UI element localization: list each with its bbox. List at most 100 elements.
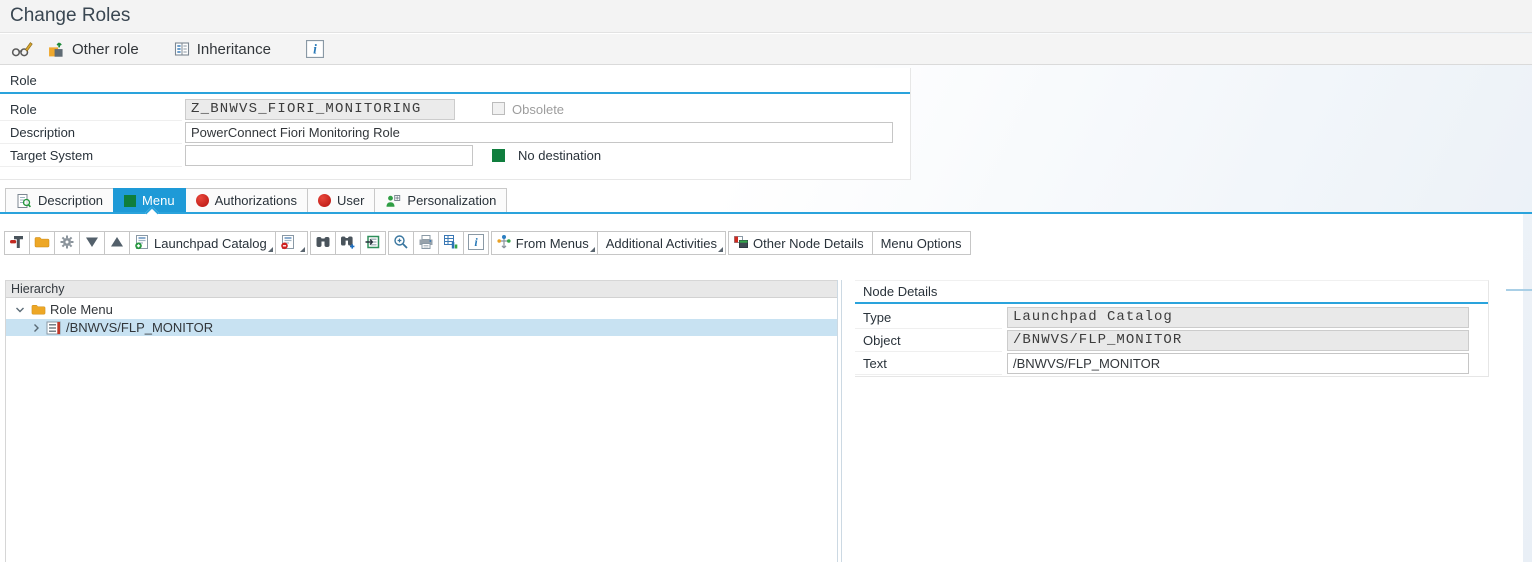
tab-description[interactable]: Description	[5, 188, 114, 213]
menu-options-label: Menu Options	[881, 236, 962, 251]
node-text-label: Text	[855, 353, 1002, 375]
zoom-in-icon	[393, 234, 409, 253]
tab-authorizations-label: Authorizations	[215, 193, 297, 208]
gear-icon	[59, 234, 75, 253]
inheritance-label: Inheritance	[197, 41, 271, 58]
move-up-icon	[110, 236, 124, 251]
tree-node-role-menu-label: Role Menu	[50, 302, 113, 317]
menu-tree-toolbar: Launchpad Catalog i From Me	[5, 231, 971, 255]
tab-strip: Description Menu Authorizations User Per…	[5, 188, 507, 213]
application-toolbar: Other role Inheritance i	[0, 34, 1532, 65]
red-circle-status-icon	[318, 194, 331, 207]
from-menus-button[interactable]: From Menus	[491, 231, 598, 255]
insert-report-button[interactable]	[54, 231, 80, 255]
catalog-icon	[46, 320, 62, 336]
info-button[interactable]: i	[302, 36, 328, 62]
display-change-button[interactable]	[7, 36, 37, 62]
red-circle-status-icon	[196, 194, 209, 207]
obsolete-checkbox	[492, 102, 505, 115]
target-system-field-label: Target System	[0, 145, 182, 167]
other-node-details-icon	[733, 234, 749, 253]
inheritance-icon	[174, 41, 190, 57]
chevron-right-icon[interactable]	[30, 322, 42, 334]
green-square-status-icon	[124, 195, 136, 207]
info-icon: i	[306, 40, 324, 58]
table-view-button[interactable]	[438, 231, 464, 255]
insert-launchpad-catalog-button[interactable]: Launchpad Catalog	[129, 231, 276, 255]
from-menus-label: From Menus	[516, 236, 589, 251]
tab-authorizations[interactable]: Authorizations	[185, 188, 308, 213]
inheritance-button[interactable]: Inheritance	[170, 36, 275, 62]
insert-launchpad-catalog-label: Launchpad Catalog	[154, 236, 267, 251]
node-object-field[interactable]: /BNWVS/FLP_MONITOR	[1007, 330, 1469, 351]
from-menus-icon	[496, 234, 512, 253]
jump-to-node-button[interactable]	[360, 231, 386, 255]
page-title: Change Roles	[10, 5, 130, 27]
collapsed-right-panel-edge	[1506, 289, 1532, 293]
tab-personalization[interactable]: Personalization	[374, 188, 507, 213]
svg-text:i: i	[313, 42, 317, 57]
document-search-icon	[16, 193, 32, 209]
menu-tab-content: Launchpad Catalog i From Me	[0, 214, 1523, 562]
node-object-label: Object	[855, 330, 1002, 352]
insert-transaction-button[interactable]	[4, 231, 30, 255]
menu-options-button[interactable]: Menu Options	[872, 231, 971, 255]
other-role-button[interactable]: Other role	[43, 36, 143, 62]
additional-activities-label: Additional Activities	[606, 236, 717, 251]
find-next-icon	[340, 234, 356, 253]
create-folder-button[interactable]	[29, 231, 55, 255]
person-grid-icon	[385, 193, 401, 209]
role-header-panel: Role Role Z_BNWVS_FIORI_MONITORING Obsol…	[0, 68, 911, 180]
role-group-title: Role	[10, 73, 37, 88]
zoom-in-button[interactable]	[388, 231, 414, 255]
legend-info-button[interactable]: i	[463, 231, 489, 255]
tab-menu-label: Menu	[142, 193, 175, 208]
node-details-underline	[855, 302, 1488, 304]
target-system-row: Target System No destination	[0, 145, 910, 167]
node-text-input[interactable]	[1007, 353, 1469, 374]
node-object-row: Object /BNWVS/FLP_MONITOR	[855, 330, 1488, 352]
node-text-row: Text	[855, 353, 1488, 375]
info-icon: i	[468, 234, 484, 253]
delete-node-button[interactable]	[275, 231, 308, 255]
sap-change-roles-window: { "window": { "title": "Change Roles" },…	[0, 0, 1532, 562]
other-node-details-button[interactable]: Other Node Details	[728, 231, 873, 255]
description-row: Description	[0, 122, 910, 144]
destination-status-square	[492, 149, 505, 162]
no-destination-label: No destination	[518, 145, 601, 166]
tab-user-label: User	[337, 193, 364, 208]
description-input[interactable]	[185, 122, 893, 143]
panel-splitter[interactable]	[837, 280, 842, 562]
other-role-label: Other role	[72, 41, 139, 58]
delete-item-icon	[280, 234, 296, 253]
role-name-field[interactable]: Z_BNWVS_FIORI_MONITORING	[185, 99, 455, 120]
tree-node-flp-monitor-label: /BNWVS/FLP_MONITOR	[66, 320, 213, 335]
tab-strip-underline	[0, 212, 1532, 214]
find-next-button[interactable]	[335, 231, 361, 255]
hierarchy-panel-header: Hierarchy	[6, 281, 840, 298]
window-title-bar: Change Roles	[0, 0, 1532, 33]
role-field-label: Role	[0, 99, 182, 121]
print-button[interactable]	[413, 231, 439, 255]
move-up-button[interactable]	[104, 231, 130, 255]
find-button[interactable]	[310, 231, 336, 255]
tree-node-role-menu[interactable]: Role Menu	[6, 301, 840, 318]
obsolete-label: Obsolete	[512, 99, 564, 120]
target-system-input[interactable]	[185, 145, 473, 166]
move-down-button[interactable]	[79, 231, 105, 255]
table-chart-icon	[443, 234, 459, 253]
node-type-field[interactable]: Launchpad Catalog	[1007, 307, 1469, 328]
tab-user[interactable]: User	[307, 188, 375, 213]
other-role-icon	[47, 41, 65, 58]
chevron-down-icon[interactable]	[14, 304, 26, 316]
other-node-details-label: Other Node Details	[753, 236, 864, 251]
print-icon	[418, 234, 434, 253]
description-field-label: Description	[0, 122, 182, 144]
tree-node-flp-monitor[interactable]: /BNWVS/FLP_MONITOR	[6, 319, 840, 336]
node-details-title: Node Details	[863, 284, 937, 299]
tab-description-label: Description	[38, 193, 103, 208]
node-type-label: Type	[855, 307, 1002, 329]
insert-transaction-icon	[9, 234, 25, 253]
hierarchy-panel: Hierarchy Role Menu /BNWVS/FLP_MONITOR	[5, 280, 841, 562]
additional-activities-button[interactable]: Additional Activities	[597, 231, 726, 255]
